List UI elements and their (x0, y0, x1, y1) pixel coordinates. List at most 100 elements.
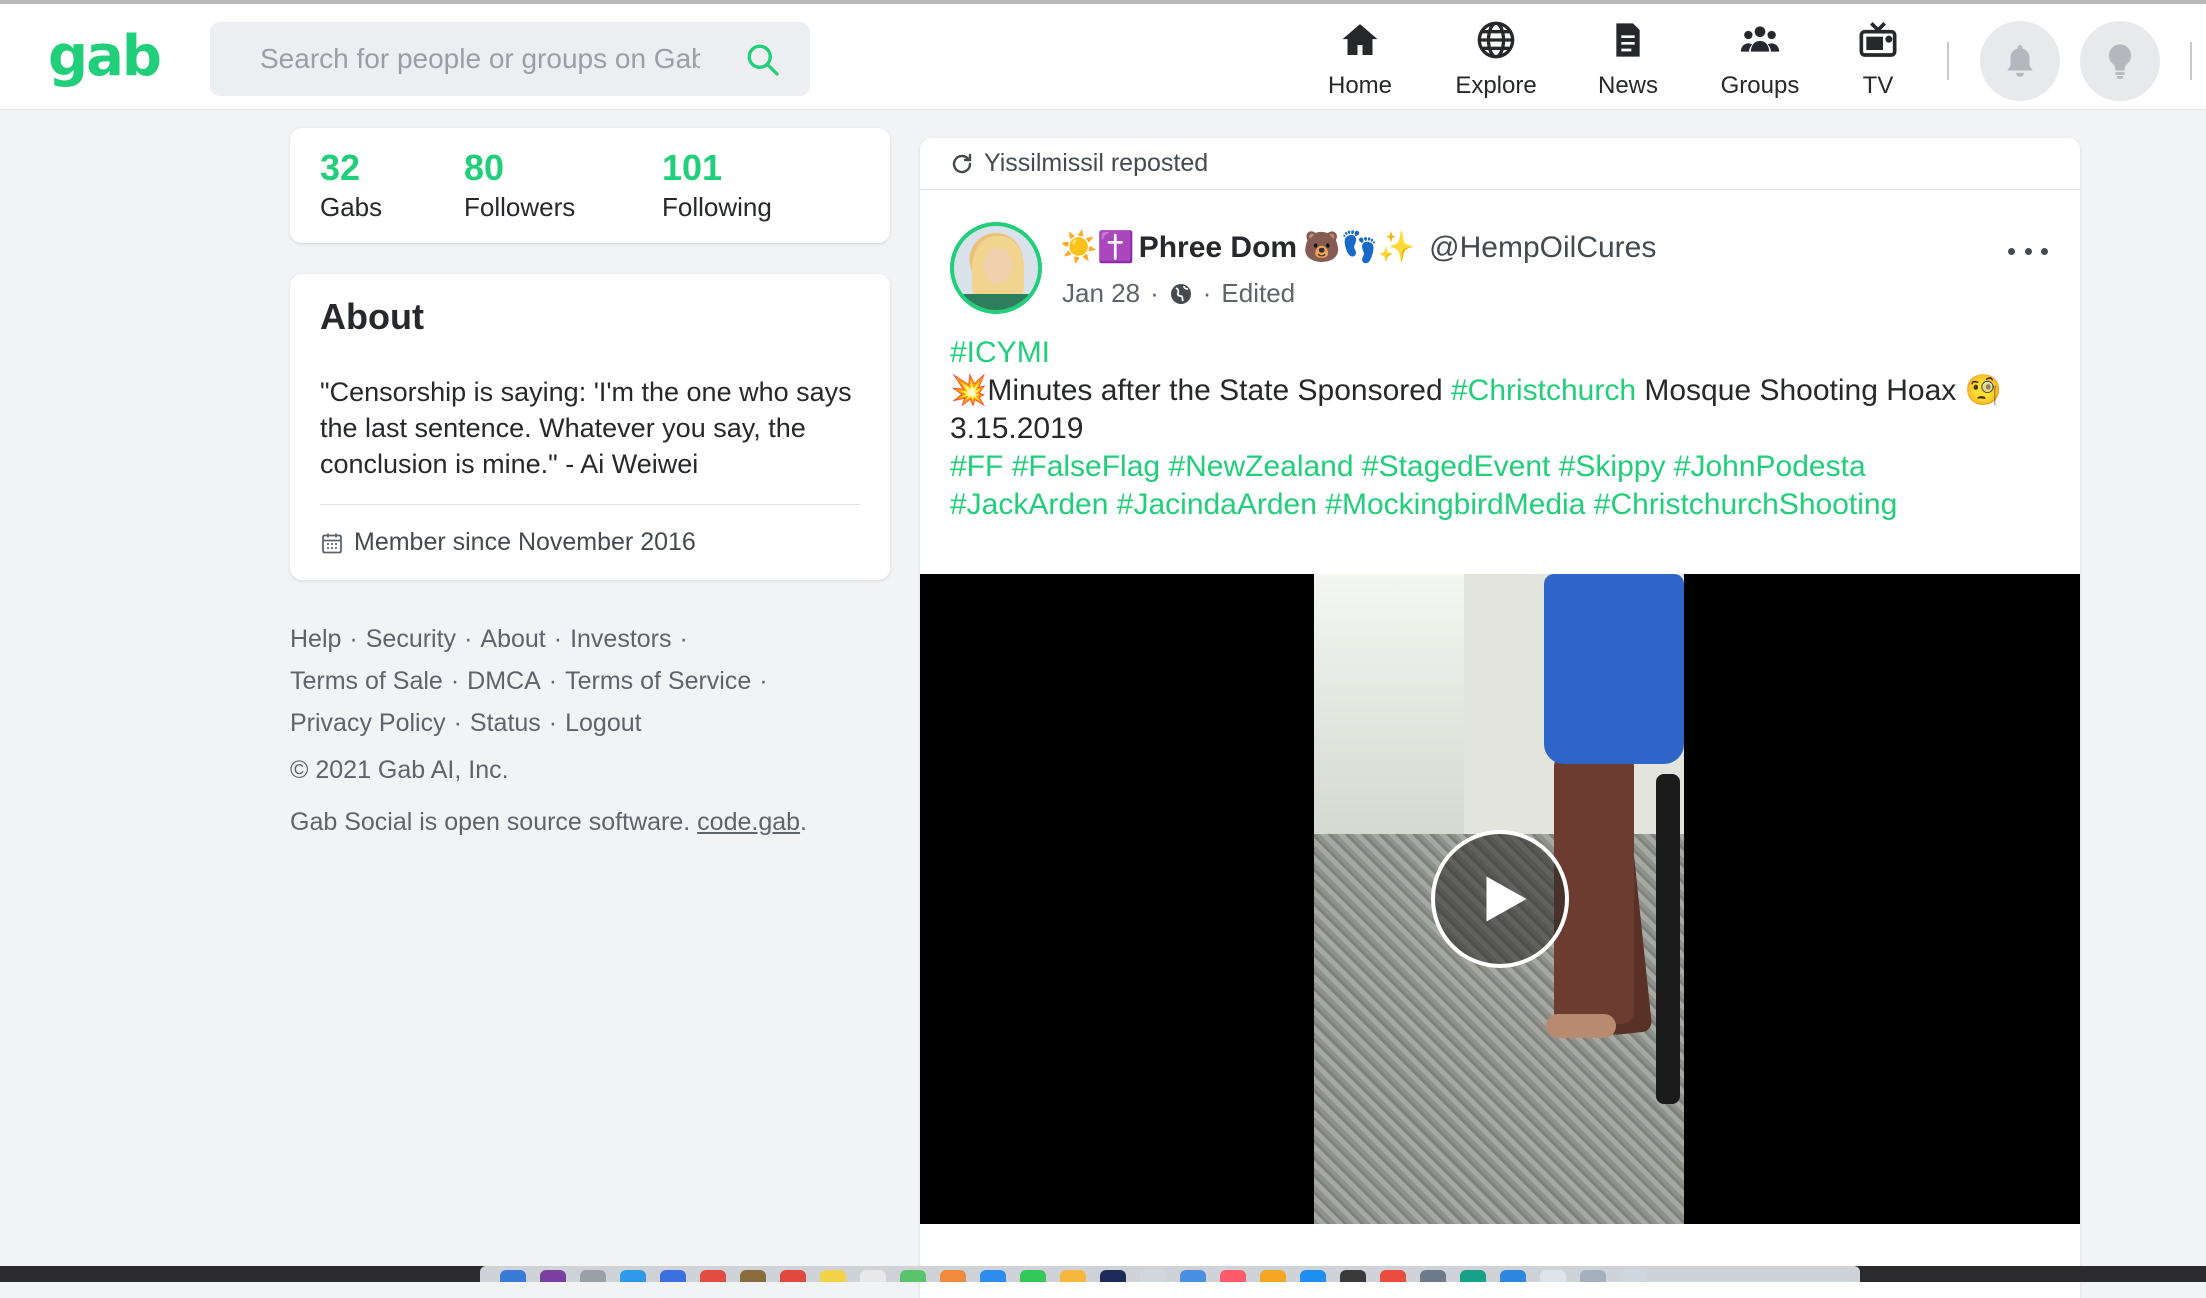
post-card: Yissilmissil reposted ☀️✝️ Phree Dom 🐻👣✨… (920, 138, 2080, 1298)
post-line-2: 💥Minutes after the State Sponsored #Chri… (950, 372, 2060, 410)
hashtag-link[interactable]: #JacindaArden (1117, 488, 1317, 521)
dock-app-icon[interactable] (660, 1270, 686, 1282)
dock-app-icon[interactable] (1420, 1270, 1446, 1282)
member-since-text: Member since November 2016 (354, 528, 696, 556)
post-more-options-button[interactable] (2008, 238, 2048, 264)
dock-app-icon[interactable] (580, 1270, 606, 1282)
footer-link-about[interactable]: About (480, 625, 545, 653)
dock-tray (480, 1266, 1860, 1282)
dock-app-icon[interactable] (500, 1270, 526, 1282)
stat-followers-value: 80 (464, 147, 505, 188)
post-date[interactable]: Jan 28 (1062, 278, 1140, 309)
open-source-note: Gab Social is open source software. code… (290, 808, 807, 837)
top-navigation-bar: gab Home Explore News Groups TV (0, 0, 2206, 110)
footer-link-investors[interactable]: Investors (570, 625, 671, 653)
repost-text[interactable]: Yissilmissil reposted (984, 149, 1208, 178)
dock-app-icon[interactable] (1260, 1270, 1286, 1282)
nav-home[interactable]: Home (1320, 16, 1400, 102)
repost-icon (952, 153, 972, 173)
hashtag-link[interactable]: #ChristchurchShooting (1594, 488, 1898, 521)
hashtag-link[interactable]: #MockingbirdMedia (1325, 488, 1585, 521)
footer-row-2: Terms of Sale · DMCA · Terms of Service · (290, 667, 768, 695)
notifications-button[interactable] (1980, 21, 2060, 101)
dock-app-icon[interactable] (1460, 1270, 1486, 1282)
lightbulb-icon (2108, 44, 2132, 79)
dock-app-icon[interactable] (860, 1270, 886, 1282)
hashtag-link[interactable]: #Christchurch (1451, 374, 1636, 407)
nav-news[interactable]: News (1588, 16, 1668, 102)
dock-app-icon[interactable] (1540, 1270, 1566, 1282)
about-card: About "Censorship is saying: 'I'm the on… (290, 274, 890, 580)
footer-link-help[interactable]: Help (290, 625, 341, 653)
author-handle[interactable]: @HempOilCures (1429, 231, 1656, 265)
dock-app-icon[interactable] (1340, 1270, 1366, 1282)
hashtag-link[interactable]: #JackArden (950, 488, 1108, 521)
dock-app-icon[interactable] (1020, 1270, 1046, 1282)
post-edited-label[interactable]: Edited (1221, 278, 1295, 309)
hashtag-link[interactable]: #JohnPodesta (1674, 450, 1866, 483)
stat-following[interactable]: 101 Following (662, 148, 772, 223)
video-player[interactable] (920, 574, 2080, 1224)
author-avatar[interactable] (950, 222, 1042, 314)
dock-app-icon[interactable] (700, 1270, 726, 1282)
nav-news-label: News (1597, 72, 1658, 99)
about-title: About (320, 296, 424, 337)
dock-app-icon[interactable] (740, 1270, 766, 1282)
stat-following-label: Following (662, 191, 772, 222)
author-suffix-emoji: 🐻👣✨ (1303, 230, 1416, 265)
dock-app-icon[interactable] (1060, 1270, 1086, 1282)
dock-app-icon[interactable] (1580, 1270, 1606, 1282)
groups-icon (1740, 26, 1780, 52)
stat-gabs-label: Gabs (320, 191, 383, 222)
open-source-period: . (800, 808, 807, 836)
dock-app-icon[interactable] (780, 1270, 806, 1282)
dock-app-icon[interactable] (620, 1270, 646, 1282)
home-icon (1342, 24, 1378, 55)
code-gab-link[interactable]: code.gab (697, 808, 800, 836)
search-icon[interactable] (744, 41, 780, 77)
dock-app-icon[interactable] (1220, 1270, 1246, 1282)
post-text: Mosque Shooting Hoax (1636, 374, 1965, 407)
nav-explore[interactable]: Explore (1446, 16, 1546, 102)
play-button[interactable] (1431, 830, 1569, 968)
post-author[interactable]: ☀️✝️ Phree Dom 🐻👣✨ @HempOilCures (1060, 230, 1656, 265)
stat-followers[interactable]: 80 Followers (464, 148, 575, 223)
lightbulb-button[interactable] (2080, 21, 2160, 101)
nav-explore-label: Explore (1455, 72, 1537, 99)
footer-link-terms-of-service[interactable]: Terms of Service (565, 667, 751, 695)
search-input[interactable] (260, 22, 700, 96)
footer-link-privacy-policy[interactable]: Privacy Policy (290, 709, 446, 737)
hashtag-link[interactable]: #ICYMI (950, 336, 1050, 369)
dock-app-icon[interactable] (1100, 1270, 1126, 1282)
footer-row-1: Help · Security · About · Investors · (290, 625, 688, 653)
profile-stats-card: 32 Gabs 80 Followers 101 Following (290, 128, 890, 243)
dock-app-icon[interactable] (1620, 1270, 1646, 1282)
nav-groups[interactable]: Groups (1712, 16, 1808, 102)
dock-app-icon[interactable] (820, 1270, 846, 1282)
dock-app-icon[interactable] (900, 1270, 926, 1282)
dock-app-icon[interactable] (1180, 1270, 1206, 1282)
footer-link-status[interactable]: Status (470, 709, 541, 737)
nav-tv[interactable]: TV (1840, 16, 1916, 102)
hashtag-link[interactable]: #StagedEvent (1362, 450, 1550, 483)
globe-icon (1477, 21, 1515, 59)
dock-app-icon[interactable] (940, 1270, 966, 1282)
footer-link-security[interactable]: Security (366, 625, 456, 653)
search-box[interactable] (210, 22, 810, 96)
stat-gabs[interactable]: 32 Gabs (320, 148, 382, 223)
dock-app-icon[interactable] (540, 1270, 566, 1282)
author-name[interactable]: Phree Dom (1139, 231, 1297, 265)
dock-app-icon[interactable] (1500, 1270, 1526, 1282)
hashtag-link[interactable]: #NewZealand (1168, 450, 1353, 483)
dock-app-icon[interactable] (1300, 1270, 1326, 1282)
footer-link-dmca[interactable]: DMCA (467, 667, 541, 695)
footer-link-terms-of-sale[interactable]: Terms of Sale (290, 667, 443, 695)
dock-app-icon[interactable] (1380, 1270, 1406, 1282)
hashtag-link[interactable]: #FF (950, 450, 1003, 483)
footer-link-logout[interactable]: Logout (565, 709, 641, 737)
gab-logo[interactable]: gab (48, 24, 162, 89)
hashtag-link[interactable]: #FalseFlag (1012, 450, 1160, 483)
hashtag-link[interactable]: #Skippy (1559, 450, 1666, 483)
dock-app-icon[interactable] (1140, 1270, 1166, 1282)
dock-app-icon[interactable] (980, 1270, 1006, 1282)
